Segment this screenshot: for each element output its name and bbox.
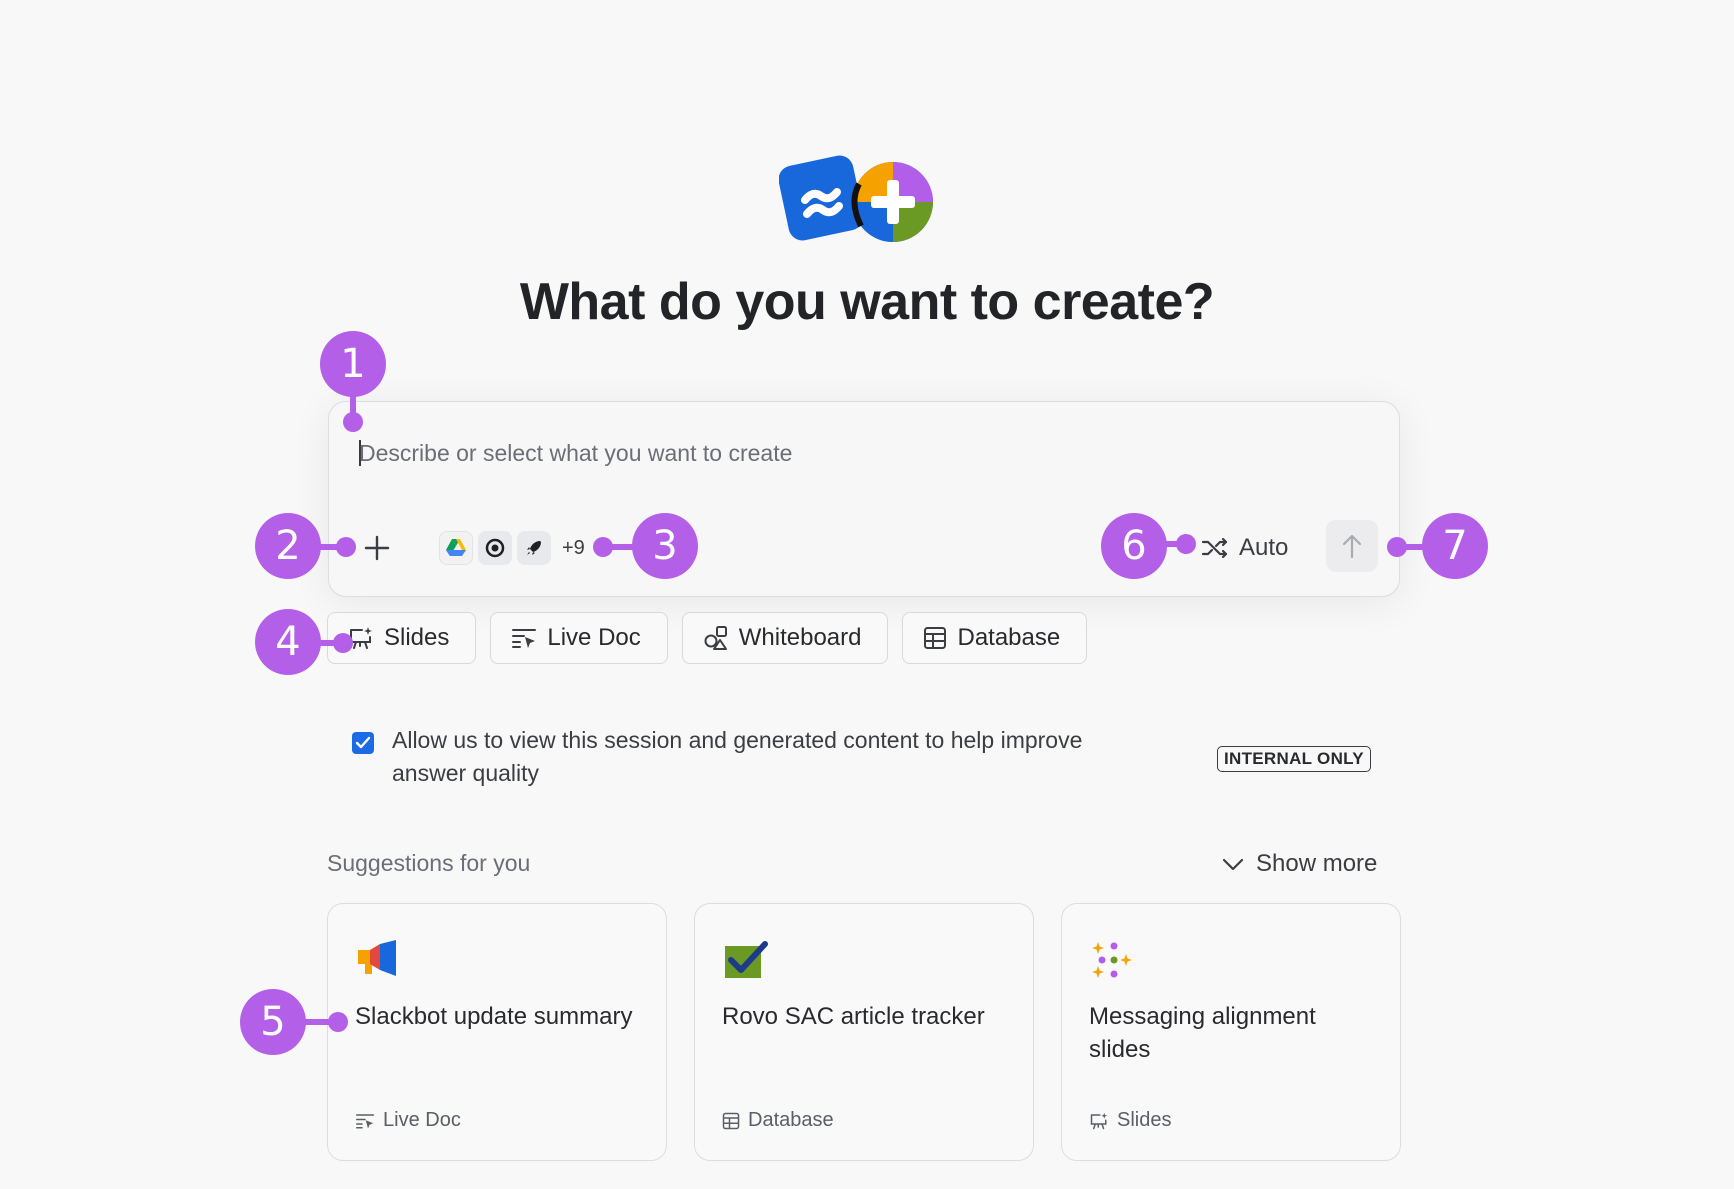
rocket-icon: [517, 531, 551, 565]
card-type: Database: [722, 1109, 834, 1132]
prompt-composer[interactable]: Describe or select what you want to crea…: [328, 401, 1400, 597]
mode-selector-button[interactable]: Auto: [1201, 530, 1288, 566]
internal-only-badge: INTERNAL ONLY: [1217, 746, 1371, 772]
chip-label: Slides: [384, 624, 450, 651]
connected-sources[interactable]: +9: [439, 531, 585, 565]
suggestion-cards: Slackbot update summary Live Doc Rovo SA…: [327, 903, 1401, 1161]
plus-icon: [364, 535, 390, 561]
arrow-up-icon: [1342, 534, 1362, 559]
google-drive-icon: [439, 531, 473, 565]
chip-live-doc[interactable]: Live Doc: [490, 612, 668, 664]
annotation-marker-4: 4: [255, 609, 321, 675]
marker-dot: [328, 1012, 348, 1032]
more-sources-count: +9: [562, 536, 585, 559]
marker-dot: [336, 537, 356, 557]
target-icon: [478, 531, 512, 565]
annotation-marker-6: 6: [1101, 513, 1167, 579]
consent-checkbox[interactable]: [352, 732, 374, 754]
suggestion-card[interactable]: Slackbot update summary Live Doc: [327, 903, 667, 1161]
app-logo: [779, 155, 933, 242]
annotation-marker-5: 5: [240, 989, 306, 1055]
chip-database[interactable]: Database: [902, 612, 1088, 664]
suggestions-heading: Suggestions for you: [327, 850, 531, 876]
chip-label: Whiteboard: [738, 624, 862, 651]
marker-dot: [343, 412, 363, 432]
mode-label: Auto: [1239, 534, 1289, 561]
show-more-label: Show more: [1256, 850, 1378, 877]
marker-dot: [1387, 537, 1407, 557]
annotation-marker-1: 1: [320, 331, 386, 397]
chevron-down-icon: [1222, 858, 1244, 871]
consent-label: Allow us to view this session and genera…: [392, 727, 1083, 786]
card-type: Live Doc: [355, 1109, 461, 1132]
card-type-label: Live Doc: [383, 1109, 461, 1131]
card-type-label: Database: [748, 1109, 834, 1131]
checkmark-icon: [725, 941, 768, 978]
page-title: What do you want to create?: [519, 273, 1215, 331]
sparkles-icon: [1092, 942, 1132, 978]
consent-row: Allow us to view this session and genera…: [352, 724, 1152, 790]
chip-whiteboard[interactable]: Whiteboard: [681, 612, 889, 664]
chip-label: Database: [957, 624, 1061, 651]
database-icon: [722, 1112, 740, 1129]
chip-label: Live Doc: [547, 624, 641, 651]
marker-dot: [1176, 534, 1196, 554]
annotation-marker-3: 3: [632, 513, 698, 579]
database-icon: [924, 627, 947, 649]
content-type-chips: Slides Live Doc Whiteboard Database: [327, 612, 1088, 664]
card-title: Rovo SAC article tracker: [722, 1003, 985, 1030]
prompt-input[interactable]: Describe or select what you want to crea…: [359, 440, 792, 467]
marker-dot: [333, 633, 353, 653]
check-icon: [355, 736, 371, 749]
suggestion-card[interactable]: Messaging alignment slides Slides: [1061, 903, 1401, 1161]
annotation-marker-2: 2: [255, 513, 321, 579]
marker-dot: [593, 537, 613, 557]
whiteboard-icon: [704, 626, 727, 650]
slides-icon: [1090, 1112, 1108, 1129]
live-doc-icon: [512, 629, 537, 648]
show-more-button[interactable]: Show more: [1222, 850, 1377, 878]
card-title: Slackbot update summary: [355, 1003, 633, 1030]
live-doc-icon: [356, 1113, 374, 1128]
card-title: Messaging alignment slides: [1089, 1003, 1316, 1063]
card-type-label: Slides: [1117, 1109, 1172, 1131]
megaphone-icon: [358, 940, 396, 976]
submit-button[interactable]: [1326, 520, 1378, 572]
suggestion-card[interactable]: Rovo SAC article tracker Database: [694, 903, 1034, 1161]
shuffle-icon: [1201, 537, 1228, 559]
annotation-marker-7: 7: [1422, 513, 1488, 579]
card-type: Slides: [1089, 1109, 1171, 1132]
add-attachment-button[interactable]: [361, 532, 393, 564]
